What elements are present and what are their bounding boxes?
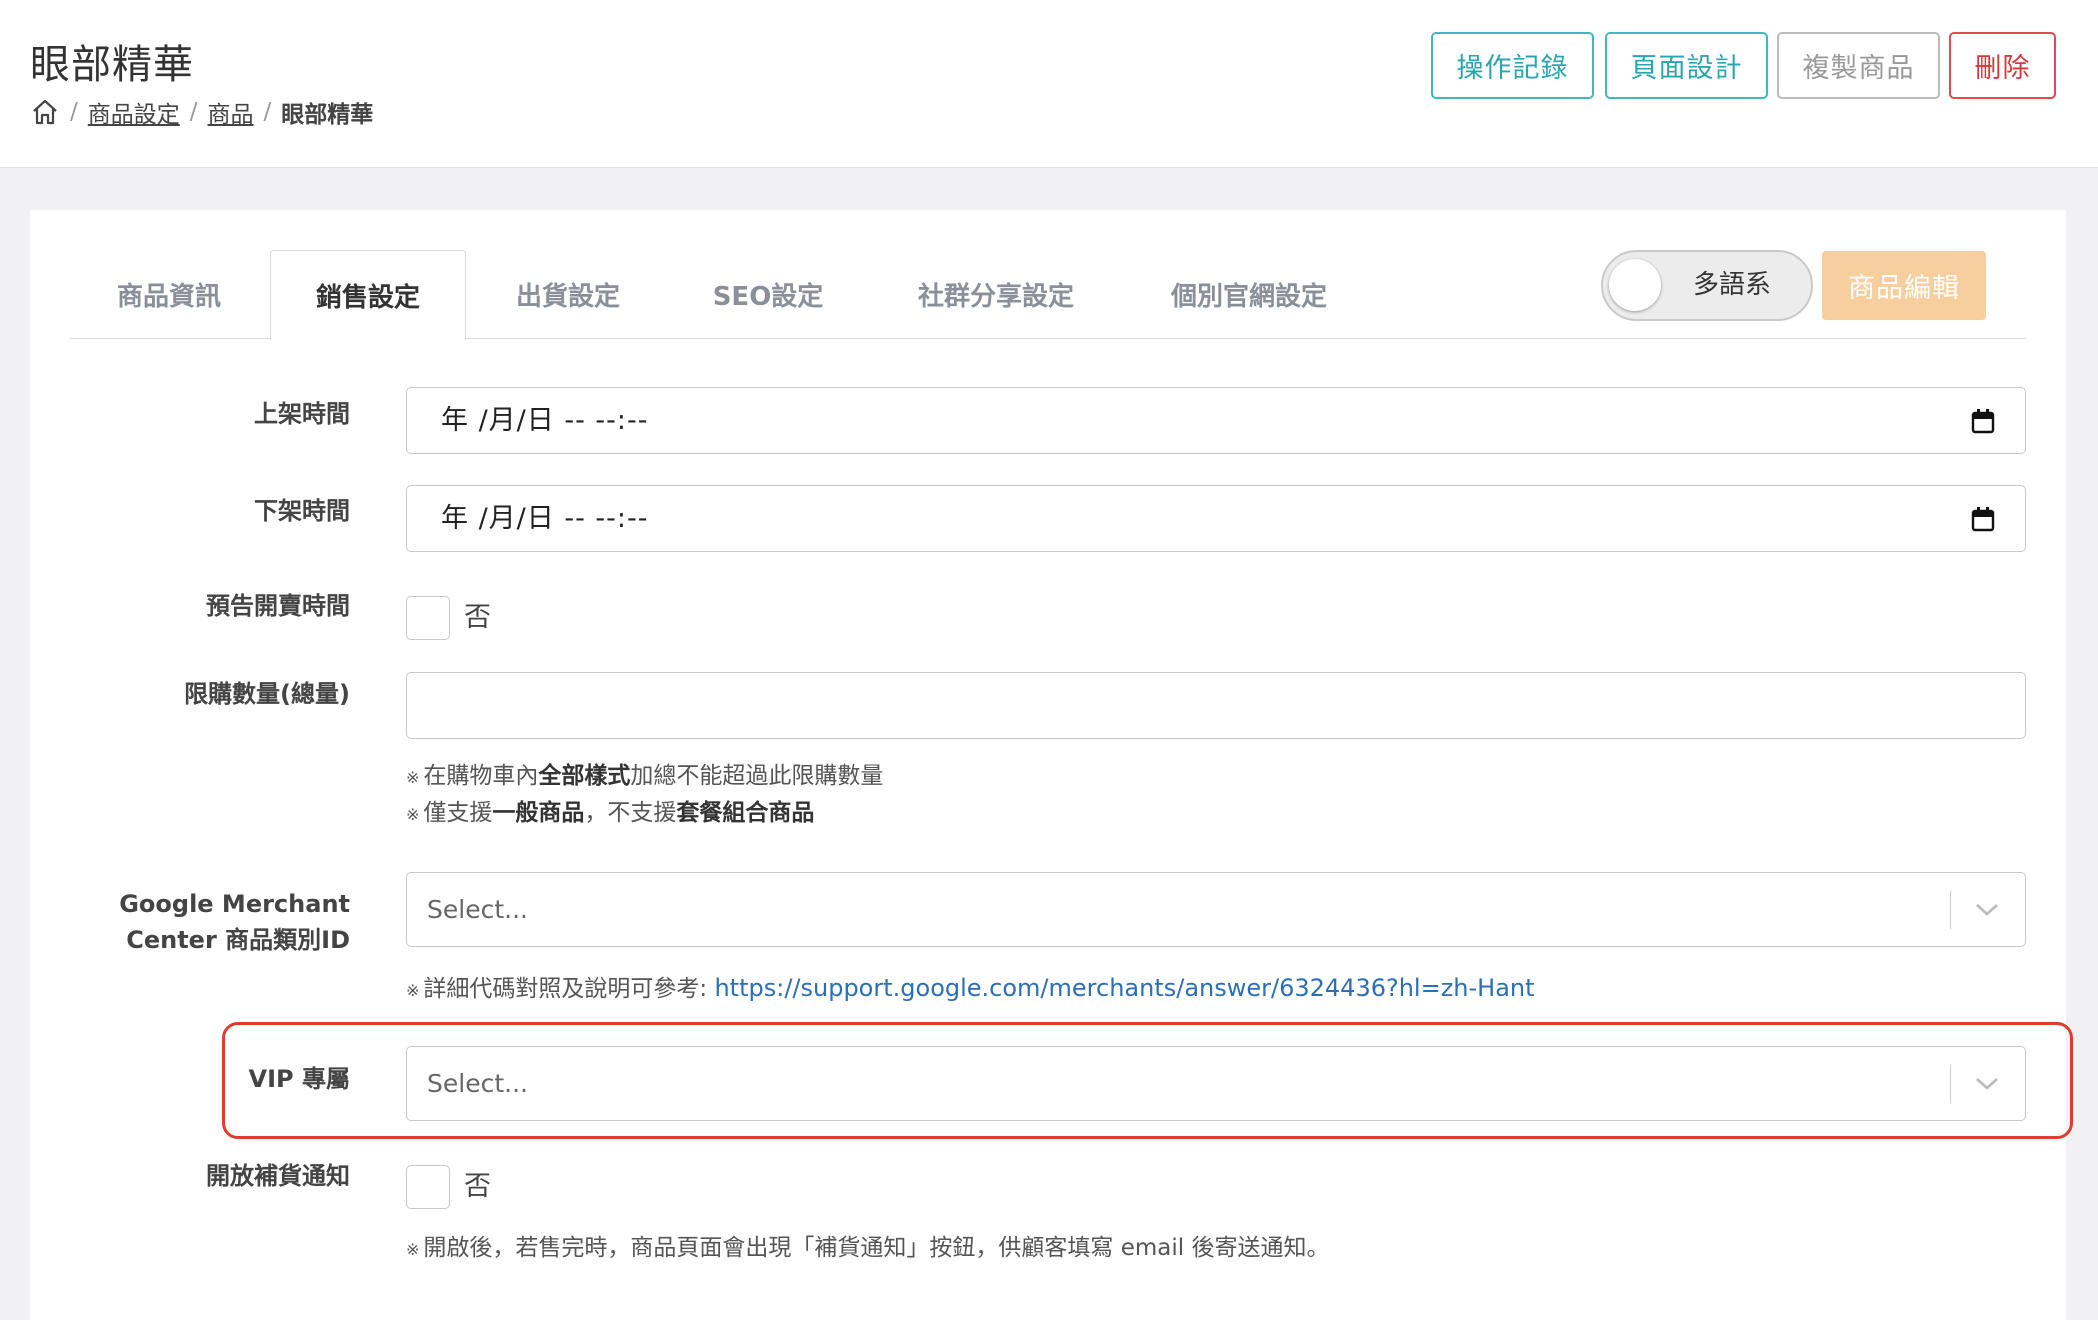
tab-social-share-settings[interactable]: 社群分享設定 [868,250,1124,339]
gmc-label-line-2: Center 商品類別ID [126,926,350,954]
preorder-time-label: 預告開賣時間 [206,592,350,620]
launch-time-value: 年 /月/日 -- --:-- [441,405,649,436]
breadcrumb-item-products[interactable]: 商品 [208,95,254,129]
note-emphasis: 一般商品 [492,800,585,826]
restock-note-text: ※ 開啟後，若售完時，商品頁面會出現「補貨通知」按鈕，供顧客填寫 email 後寄… [406,1233,1329,1265]
purchase-limit-note-1: ※ 在購物車內全部樣式加總不能超過此限購數量 [406,761,883,793]
tab-sales-settings[interactable]: 銷售設定 [270,250,466,340]
page-header: 眼部精華 / 商品設定 / 商品 / 眼部精華 操作記錄 頁面設計 複製商品 刪… [0,0,2098,168]
restock-notice-checkbox[interactable] [406,1165,450,1209]
restock-option-label: 否 [464,1171,491,1202]
product-edit-button[interactable]: 商品編輯 [1822,251,1986,320]
tab-shipping-settings[interactable]: 出貨設定 [468,250,668,339]
chevron-down-icon[interactable] [1973,897,2001,921]
note-text: 詳細代碼對照及說明可參考: [423,976,715,1002]
calendar-icon[interactable] [1971,506,1995,532]
breadcrumb-separator: / [263,99,272,125]
preorder-option-label: 否 [464,602,491,633]
multilang-label: 多語系 [1693,270,1772,300]
note-text: 開啟後，若售完時，商品頁面會出現「補貨通知」按鈕，供顧客填寫 email 後寄送… [423,1235,1330,1261]
purchase-limit-input[interactable] [406,672,2026,739]
toggle-knob [1609,259,1661,311]
restock-notice-label: 開放補貨通知 [206,1162,350,1190]
breadcrumb: / 商品設定 / 商品 / 眼部精華 [30,94,373,130]
copy-product-button[interactable]: 複製商品 [1777,32,1940,99]
sales-settings-card: 商品資訊 銷售設定 出貨設定 SEO設定 社群分享設定 個別官網設定 多語系 商… [30,210,2073,1320]
select-divider [1950,891,1951,929]
gmc-label-line-1: Google Merchant [119,890,350,918]
page-design-button[interactable]: 頁面設計 [1605,32,1768,99]
tab-product-info[interactable]: 商品資訊 [70,250,268,339]
note-emphasis: 套餐組合商品 [676,800,815,826]
vip-highlight-box [222,1022,2073,1139]
unlaunch-time-input[interactable]: 年 /月/日 -- --:-- [406,485,2026,552]
page-title: 眼部精華 [30,42,194,88]
launch-time-input[interactable]: 年 /月/日 -- --:-- [406,387,2026,454]
calendar-icon[interactable] [1971,408,1995,434]
purchase-limit-note-2: ※ 僅支援一般商品，不支援套餐組合商品 [406,798,814,830]
gmc-category-label: Google Merchant Center 商品類別ID [30,886,350,958]
gmc-category-select[interactable]: Select... [406,872,2026,947]
gmc-help-link[interactable]: https://support.google.com/merchants/ans… [714,974,1534,1002]
tab-seo-settings[interactable]: SEO設定 [668,250,868,339]
breadcrumb-item-product-settings[interactable]: 商品設定 [88,95,180,129]
note-mark: ※ [406,1240,420,1259]
gmc-note: ※ 詳細代碼對照及說明可參考: https://support.google.co… [406,973,1535,1006]
tab-site-settings[interactable]: 個別官網設定 [1124,250,1374,339]
note-text: 在購物車內 [423,763,539,789]
operation-log-button[interactable]: 操作記錄 [1431,32,1594,99]
gmc-select-placeholder: Select... [427,895,528,924]
breadcrumb-current: 眼部精華 [281,102,374,128]
unlaunch-time-label: 下架時間 [254,497,350,525]
purchase-limit-label: 限購數量(總量) [184,680,350,708]
note-mark: ※ [406,805,420,824]
breadcrumb-separator: / [189,99,198,125]
note-mark: ※ [406,981,420,1000]
note-emphasis: 全部樣式 [538,763,631,789]
note-text: 僅支援 [423,800,493,826]
launch-time-label: 上架時間 [254,400,350,428]
note-text: ，不支援 [584,800,677,826]
note-mark: ※ [406,768,420,787]
home-icon[interactable] [30,97,60,127]
unlaunch-time-value: 年 /月/日 -- --:-- [441,503,649,534]
preorder-checkbox[interactable] [406,596,450,640]
breadcrumb-separator: / [70,99,78,125]
delete-button[interactable]: 刪除 [1949,32,2056,99]
note-text: 加總不能超過此限購數量 [630,763,884,789]
multilang-toggle[interactable]: 多語系 [1601,250,1813,321]
